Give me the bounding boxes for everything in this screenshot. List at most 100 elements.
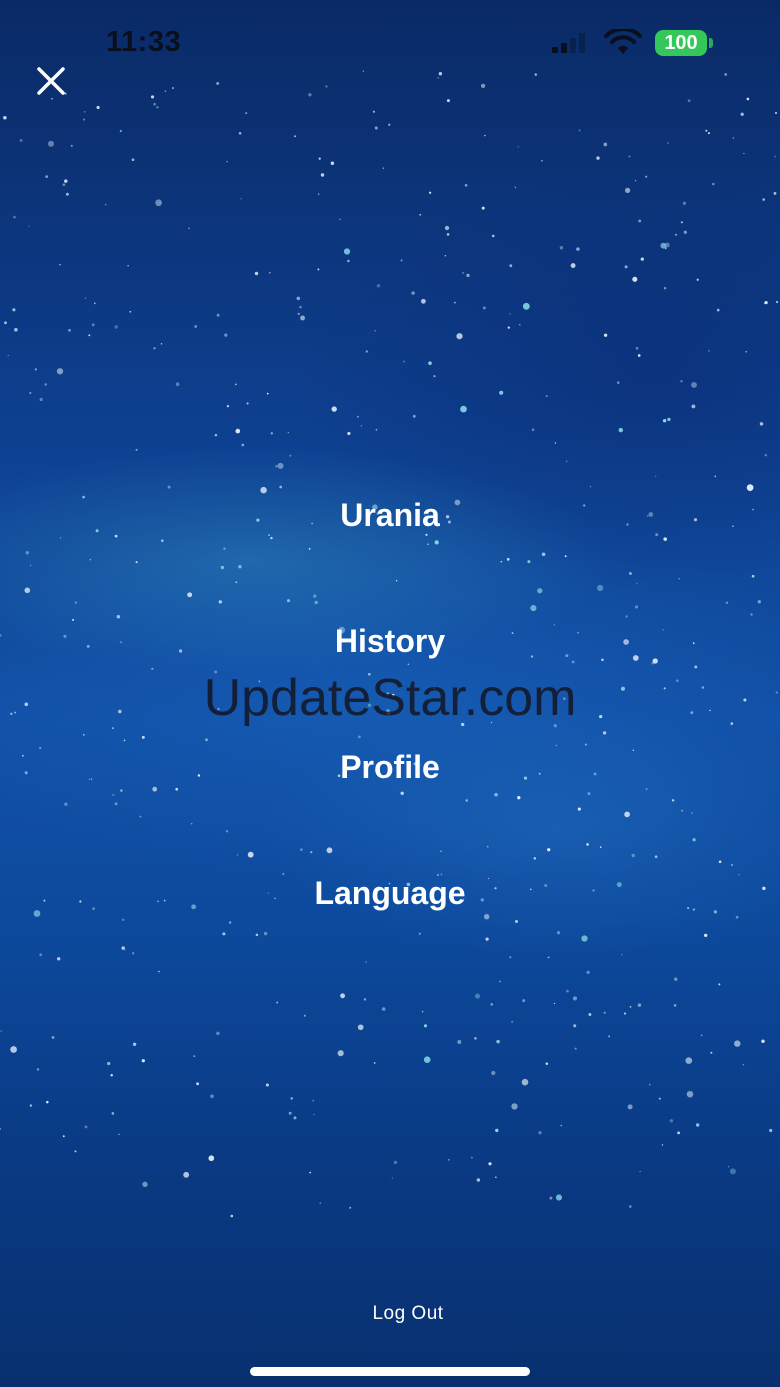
star [634, 180, 637, 182]
home-indicator[interactable] [250, 1367, 530, 1376]
star [623, 1012, 627, 1015]
star [0, 1030, 2, 1032]
menu-item-urania[interactable]: Urania [240, 488, 540, 614]
wifi-icon [604, 29, 642, 54]
star [153, 102, 156, 106]
star [340, 993, 346, 999]
star [521, 1078, 529, 1086]
star [246, 402, 249, 405]
star [265, 1083, 269, 1087]
status-time: 11:33 [106, 26, 182, 58]
close-icon[interactable] [30, 60, 72, 102]
menu-item-profile[interactable]: Profile [240, 740, 540, 866]
star [682, 201, 687, 206]
star [446, 233, 450, 236]
star [62, 183, 66, 186]
star [423, 1056, 431, 1063]
star [56, 368, 64, 375]
star [129, 310, 132, 313]
star [287, 431, 289, 434]
star [471, 1156, 473, 1159]
star [45, 175, 49, 178]
star [153, 347, 156, 350]
star [522, 999, 526, 1003]
star [12, 308, 16, 312]
logout-button[interactable]: Log Out [330, 1303, 486, 1335]
star [29, 1104, 33, 1107]
star [216, 313, 220, 317]
star [466, 273, 470, 278]
star [491, 1070, 496, 1076]
star [545, 395, 548, 398]
star [330, 161, 335, 165]
star [343, 248, 351, 255]
star [710, 1051, 713, 1054]
star [331, 406, 337, 412]
menu-item-history[interactable]: History [240, 614, 540, 740]
star [289, 454, 292, 457]
star [276, 1001, 279, 1004]
star [245, 112, 248, 115]
star [84, 1125, 88, 1129]
star [570, 263, 576, 269]
star [618, 427, 624, 433]
star [531, 428, 535, 432]
star [727, 1166, 730, 1168]
star [578, 129, 581, 132]
star [490, 1003, 493, 1006]
star [419, 213, 422, 216]
star [411, 291, 415, 295]
star [660, 242, 667, 249]
star [208, 1155, 215, 1162]
star [234, 383, 237, 386]
star [3, 115, 7, 120]
star [240, 198, 242, 200]
star [84, 297, 87, 299]
star [680, 380, 683, 383]
star [270, 432, 273, 435]
star [7, 354, 9, 357]
menu-item-language[interactable]: Language [240, 866, 540, 992]
star [669, 1119, 674, 1123]
star [19, 139, 23, 142]
star [51, 1036, 55, 1039]
star [499, 390, 504, 395]
star [84, 111, 86, 113]
star [541, 160, 543, 162]
star [640, 257, 644, 261]
star [365, 350, 368, 353]
star [433, 375, 436, 378]
star [495, 1128, 499, 1133]
star [645, 175, 648, 178]
star [238, 131, 242, 135]
star [91, 323, 95, 327]
star [673, 1004, 677, 1007]
star [453, 301, 456, 304]
star [429, 191, 432, 194]
star [309, 1171, 312, 1174]
star [457, 1040, 462, 1044]
star [624, 265, 628, 269]
star [476, 1178, 481, 1182]
star [662, 418, 667, 423]
star [572, 996, 578, 1001]
star [373, 1062, 376, 1064]
star [464, 183, 468, 187]
star [677, 1131, 680, 1135]
star [28, 225, 30, 228]
star [254, 271, 259, 276]
star [131, 158, 135, 162]
star [428, 361, 432, 365]
star [156, 106, 159, 109]
star [629, 1005, 632, 1008]
star [628, 155, 631, 158]
star [127, 264, 129, 267]
star [226, 160, 228, 163]
star [47, 140, 55, 147]
star [576, 247, 580, 251]
star [712, 182, 715, 186]
star [603, 142, 608, 147]
star [382, 167, 385, 169]
star [194, 325, 198, 328]
star [696, 1123, 700, 1127]
